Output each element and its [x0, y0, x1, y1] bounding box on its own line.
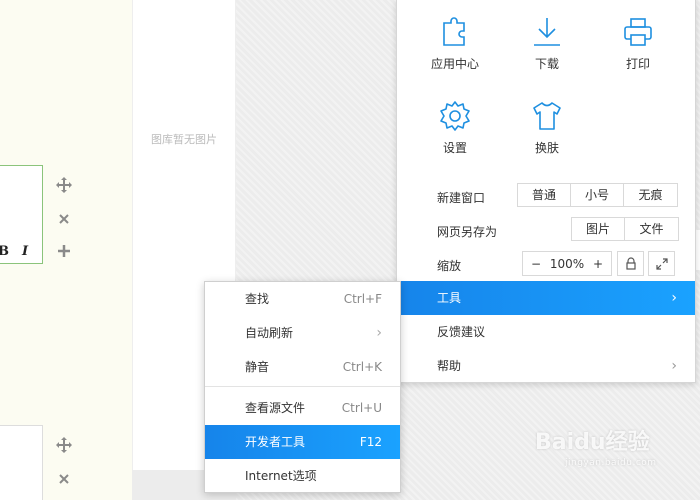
submenu-internet-options-label: Internet选项: [245, 469, 317, 483]
submenu-mute-label: 静音: [245, 360, 270, 374]
settings-button[interactable]: 设置: [415, 99, 495, 156]
gallery-empty-text: 图库暂无图片: [151, 133, 217, 146]
new-window-options: 普通 小号 无痕: [517, 183, 678, 207]
lock-icon: [625, 257, 636, 270]
submenu-find-shortcut: Ctrl+F: [343, 292, 382, 306]
editor-block[interactable]: B I: [0, 165, 43, 264]
browser-menu: 应用中心 下载 打印 设置 换肤 新建窗口 普通 小号 无痕 网页另存为 图片 …: [396, 0, 696, 383]
italic-button[interactable]: I: [22, 244, 28, 259]
menu-item-feedback[interactable]: 反馈建议: [397, 315, 695, 349]
app-center-label: 应用中心: [430, 57, 479, 71]
zoom-label: 缩放: [437, 259, 462, 273]
save-as-options: 图片 文件: [571, 217, 679, 241]
plus-icon[interactable]: [55, 242, 73, 260]
editor-block-2[interactable]: [0, 425, 43, 500]
chevron-right-icon: ›: [376, 325, 382, 341]
zoom-control: − 100% +: [522, 251, 612, 276]
submenu-internet-options[interactable]: Internet选项: [205, 459, 400, 493]
move-icon[interactable]: [55, 176, 73, 194]
menu-item-tools-label: 工具: [437, 291, 462, 305]
submenu-devtools[interactable]: 开发者工具 F12: [205, 425, 400, 459]
submenu-auto-refresh[interactable]: 自动刷新 ›: [205, 316, 400, 350]
submenu-view-source-label: 查看源文件: [245, 401, 306, 415]
close-icon-2[interactable]: [55, 470, 73, 488]
new-window-label: 新建窗口: [437, 191, 486, 205]
move-icon-2[interactable]: [55, 436, 73, 454]
gear-icon: [440, 101, 470, 131]
printer-icon: [624, 18, 652, 46]
skin-label: 换肤: [534, 141, 559, 155]
zoom-out-button[interactable]: −: [531, 257, 541, 271]
tshirt-icon: [533, 102, 561, 130]
settings-label: 设置: [442, 141, 467, 155]
submenu-find[interactable]: 查找 Ctrl+F: [205, 282, 400, 316]
zoom-value: 100%: [549, 256, 585, 271]
bold-button[interactable]: B: [0, 244, 9, 259]
submenu-devtools-label: 开发者工具: [245, 435, 306, 449]
expand-icon: [655, 257, 668, 270]
watermark-url: jingyan.baidu.com: [565, 458, 657, 468]
new-window-normal[interactable]: 普通: [518, 184, 571, 206]
menu-item-help-label: 帮助: [437, 359, 462, 373]
fullscreen-button[interactable]: [648, 251, 675, 276]
app-center-button[interactable]: 应用中心: [415, 15, 495, 72]
submenu-devtools-shortcut: F12: [359, 435, 382, 449]
download-button[interactable]: 下载: [507, 15, 587, 72]
lock-zoom-button[interactable]: [617, 251, 644, 276]
save-as-image[interactable]: 图片: [572, 218, 625, 240]
zoom-in-button[interactable]: +: [593, 257, 603, 271]
chevron-right-icon: ›: [671, 358, 677, 374]
menu-item-help[interactable]: 帮助 ›: [397, 349, 695, 383]
submenu-mute-shortcut: Ctrl+K: [342, 360, 382, 374]
submenu-view-source-shortcut: Ctrl+U: [341, 401, 382, 415]
menu-item-feedback-label: 反馈建议: [437, 325, 486, 339]
puzzle-icon: [443, 17, 465, 46]
download-icon: [534, 18, 560, 46]
menu-item-tools[interactable]: 工具 ›: [397, 281, 695, 315]
close-icon[interactable]: [55, 210, 73, 228]
new-window-small[interactable]: 小号: [571, 184, 624, 206]
skin-button[interactable]: 换肤: [507, 99, 587, 156]
print-button[interactable]: 打印: [598, 15, 678, 72]
watermark-text: Baidu经验: [535, 430, 650, 455]
submenu-divider: [205, 386, 400, 387]
save-as-label: 网页另存为: [437, 225, 498, 239]
chevron-right-icon: ›: [671, 290, 677, 306]
new-window-incognito[interactable]: 无痕: [624, 184, 677, 206]
tools-submenu: 查找 Ctrl+F 自动刷新 › 静音 Ctrl+K 查看源文件 Ctrl+U …: [204, 281, 401, 493]
submenu-mute[interactable]: 静音 Ctrl+K: [205, 350, 400, 384]
print-label: 打印: [625, 57, 650, 71]
baidu-watermark: Baidu经验 jingyan.baidu.com: [535, 424, 695, 474]
submenu-find-label: 查找: [245, 292, 270, 306]
submenu-auto-refresh-label: 自动刷新: [245, 326, 294, 340]
save-as-file[interactable]: 文件: [625, 218, 678, 240]
submenu-view-source[interactable]: 查看源文件 Ctrl+U: [205, 391, 400, 425]
download-label: 下载: [534, 57, 559, 71]
